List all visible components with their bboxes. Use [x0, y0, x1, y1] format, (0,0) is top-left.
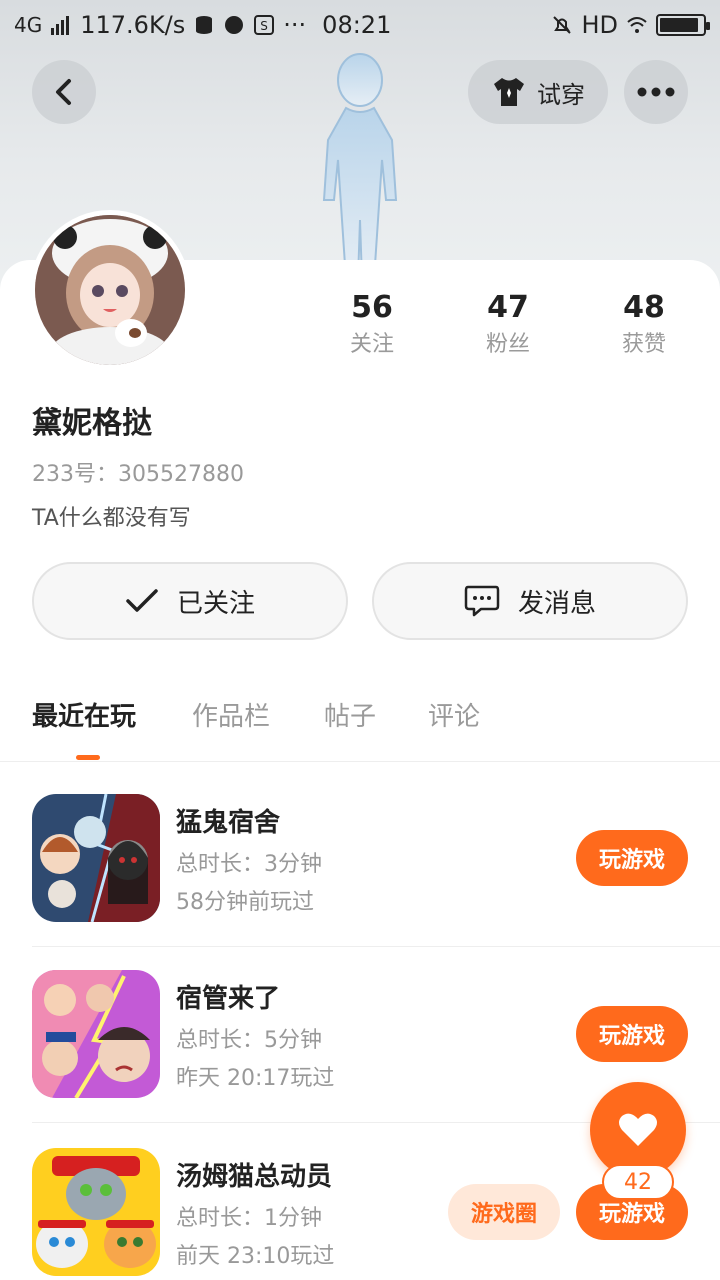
- tab-comments[interactable]: 评论: [428, 696, 480, 733]
- wifi-icon: [627, 17, 647, 33]
- game-icon-dorm-manager[interactable]: [32, 970, 160, 1098]
- tshirt-icon: [494, 78, 524, 106]
- signal-icon: [51, 16, 70, 35]
- row-divider: [32, 946, 720, 947]
- mute-bell-icon: [553, 16, 572, 34]
- chat-bubble-icon: [464, 585, 500, 617]
- clock: 08:21: [322, 11, 392, 39]
- status-bar: 4G 117.6K/s S ··· 08:21 HD: [0, 0, 720, 50]
- game-thumbnail: [32, 970, 160, 1098]
- hologram-avatar-figure: [322, 53, 398, 280]
- game-title: 宿管来了: [176, 984, 281, 1014]
- more-options-button[interactable]: [624, 60, 688, 124]
- s-badge-icon: S: [254, 15, 275, 35]
- svg-text:S: S: [260, 19, 268, 33]
- game-title: 猛鬼宿舍: [176, 808, 281, 838]
- followed-button[interactable]: 已关注: [32, 562, 348, 640]
- network-speed: 117.6K/s: [80, 11, 186, 39]
- try-on-label: 试穿: [537, 80, 585, 109]
- play-game-button[interactable]: 玩游戏: [576, 830, 688, 886]
- active-tab-indicator: [76, 755, 100, 760]
- more-dots-icon: [637, 87, 675, 97]
- send-message-label: 发消息: [517, 588, 596, 619]
- likes-label: 获赞: [621, 332, 666, 357]
- database-icon: [196, 16, 213, 34]
- game-last-played: 58分钟前玩过: [176, 890, 314, 915]
- heart-icon: [619, 1113, 657, 1146]
- stat-following[interactable]: 56 关注: [317, 290, 427, 360]
- tab-recently-played[interactable]: 最近在玩: [32, 696, 136, 733]
- chevron-left-icon: [56, 79, 71, 105]
- game-duration: 总时长：5分钟: [176, 1028, 322, 1053]
- tab-works[interactable]: 作品栏: [192, 696, 270, 733]
- stat-likes[interactable]: 48 获赞: [589, 290, 699, 360]
- hd-indicator: HD: [581, 11, 618, 39]
- game-title: 汤姆猫总动员: [176, 1162, 333, 1192]
- try-on-button[interactable]: 试穿: [468, 60, 608, 124]
- profile-name: 黛妮格挞: [32, 406, 152, 441]
- profile-uid[interactable]: 233号：305527880: [32, 456, 244, 488]
- game-thumbnail: [32, 794, 160, 922]
- game-icon-haunted-dorm[interactable]: [32, 794, 160, 922]
- battery-icon: [656, 14, 710, 36]
- tab-divider: [0, 761, 720, 762]
- game-duration: 总时长：1分钟: [176, 1206, 322, 1231]
- app-notification-icon: [225, 16, 244, 34]
- game-last-played: 前天 23:10玩过: [176, 1244, 335, 1269]
- following-label: 关注: [349, 332, 394, 357]
- play-game-button[interactable]: 玩游戏: [576, 1006, 688, 1062]
- profile-bio: TA什么都没有写: [32, 506, 191, 531]
- following-count: 56: [351, 290, 393, 325]
- game-duration: 总时长：3分钟: [176, 852, 322, 877]
- game-circle-button[interactable]: 游戏圈: [448, 1184, 560, 1240]
- back-button[interactable]: [32, 60, 96, 124]
- game-icon-talking-tom[interactable]: [32, 1148, 160, 1276]
- profile-stats: 56 关注 47 粉丝 48 获赞: [0, 290, 720, 370]
- game-thumbnail: [32, 1148, 160, 1276]
- like-count-badge: 42: [602, 1164, 674, 1200]
- followers-count: 47: [487, 290, 529, 325]
- likes-count: 48: [623, 290, 665, 325]
- network-type: 4G: [14, 13, 43, 37]
- followers-label: 粉丝: [485, 332, 530, 357]
- tab-posts[interactable]: 帖子: [324, 696, 376, 733]
- checkmark-icon: [126, 589, 158, 612]
- followed-label: 已关注: [176, 588, 255, 619]
- more-notifications: ···: [283, 11, 307, 39]
- send-message-button[interactable]: 发消息: [372, 562, 688, 640]
- game-last-played: 昨天 20:17玩过: [176, 1066, 335, 1091]
- stat-followers[interactable]: 47 粉丝: [453, 290, 563, 360]
- game-list-item[interactable]: 猛鬼宿舍 总时长：3分钟 58分钟前玩过 玩游戏: [0, 794, 720, 970]
